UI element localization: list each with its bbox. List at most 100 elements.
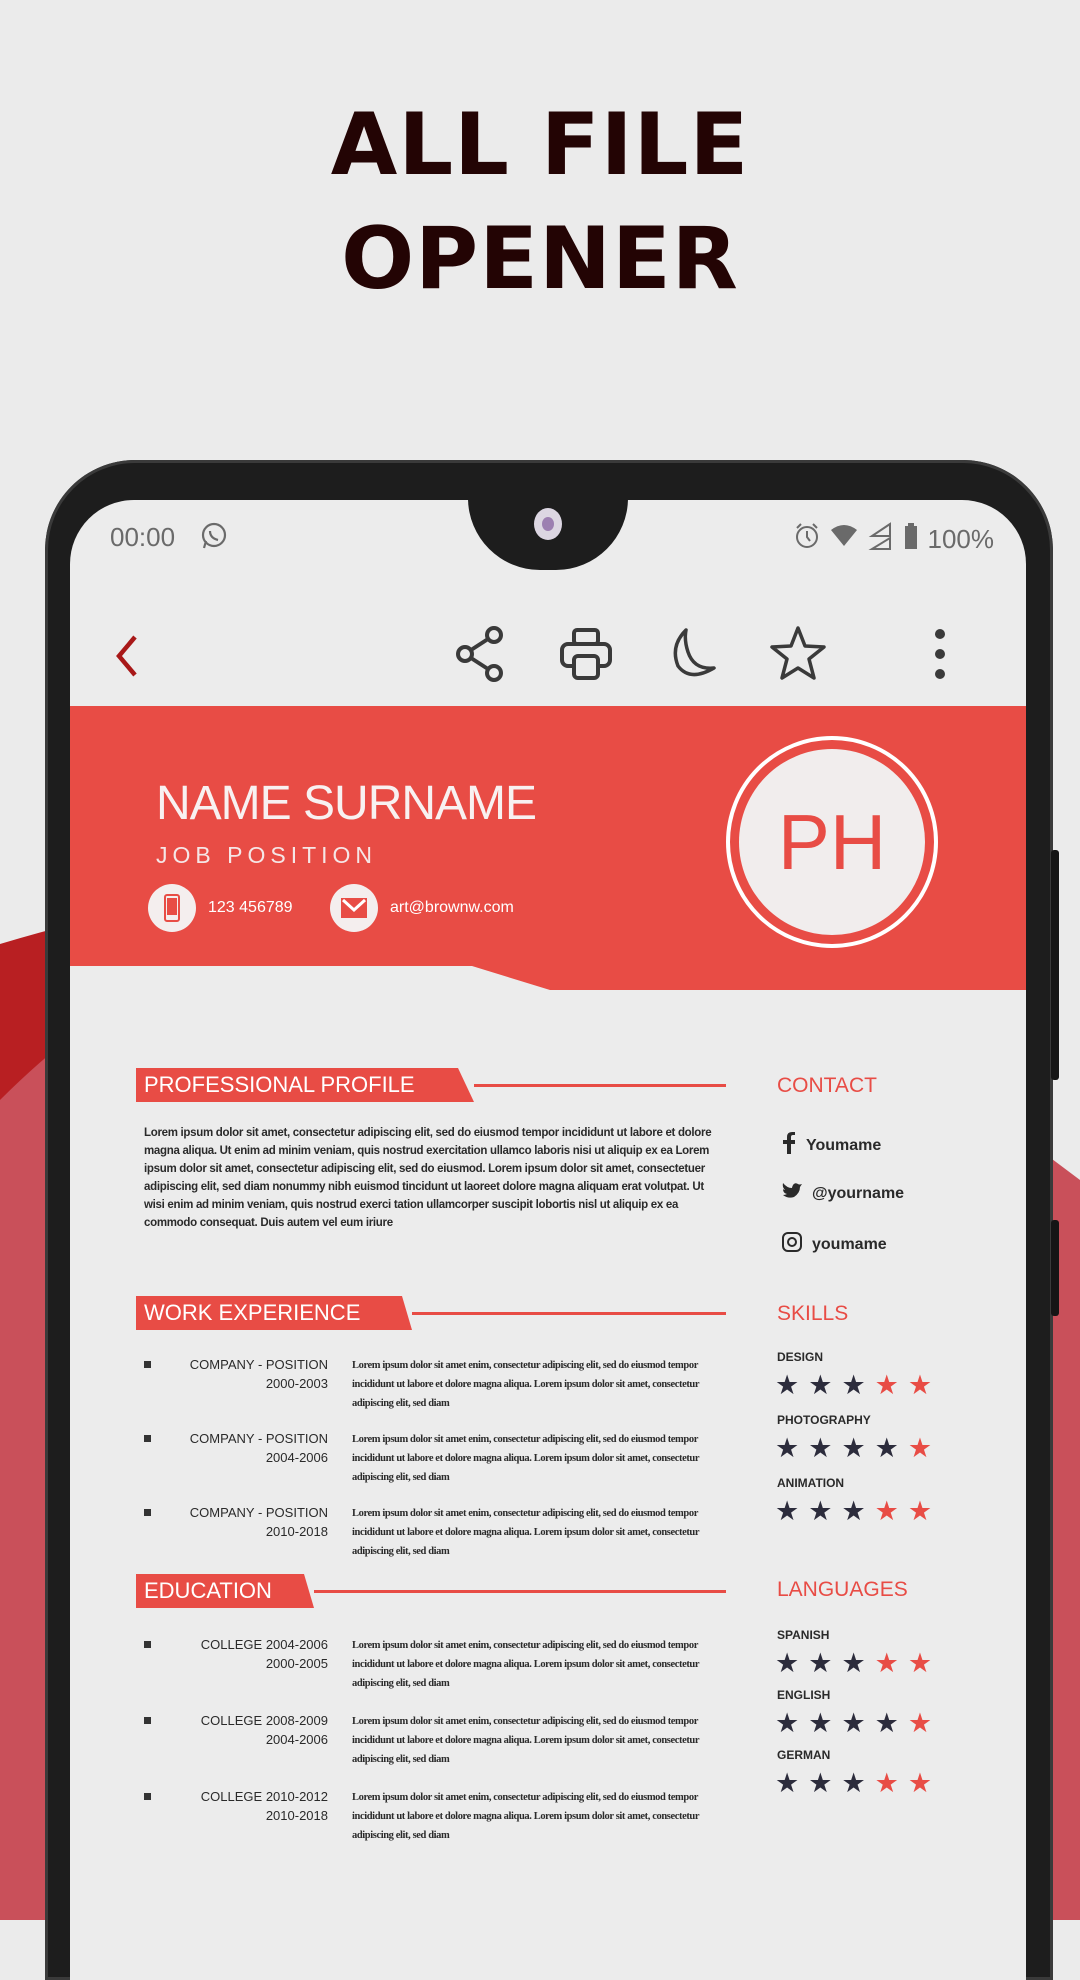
star-empty-icon: ★: [874, 1768, 899, 1798]
star-rating: ★ ★ ★ ★ ★: [775, 1498, 932, 1525]
mail-icon: [330, 884, 378, 932]
night-mode-button[interactable]: [664, 626, 720, 687]
signal-icon: [867, 522, 894, 557]
favorite-button[interactable]: [770, 625, 826, 684]
language-label: SPANISH: [777, 1628, 830, 1642]
share-button[interactable]: [452, 625, 508, 684]
resume-phone: 123 456789: [148, 884, 293, 932]
star-filled-icon: ★: [775, 1496, 800, 1526]
back-button[interactable]: [98, 628, 154, 684]
entry-description: Lorem ipsum dolor sit amet enim, consect…: [352, 1508, 699, 1557]
star-rating: ★ ★ ★ ★ ★: [775, 1770, 932, 1797]
entry-dates: 2000-2003: [265, 1376, 328, 1391]
bullet-icon: [144, 1717, 151, 1724]
skill-label: DESIGN: [777, 1350, 824, 1364]
bullet-icon: [144, 1509, 151, 1516]
section-title-contact: CONTACT: [777, 1074, 877, 1097]
star-empty-icon: ★: [907, 1768, 933, 1798]
resume-job-position: JOB POSITION: [156, 842, 378, 868]
bullet-icon: [144, 1641, 151, 1648]
star-rating: ★ ★ ★ ★ ★: [775, 1435, 932, 1462]
moon-icon: [664, 626, 720, 687]
more-vertical-icon: [934, 628, 946, 685]
entry-dates: 2004-2006: [265, 1732, 328, 1747]
star-filled-icon: ★: [775, 1648, 800, 1678]
bullet-icon: [144, 1435, 151, 1442]
education-entry: COLLEGE 2010-2012 2010-2018 Lorem ipsum do…: [144, 1788, 724, 1858]
social-handle: @yourname: [812, 1184, 905, 1202]
section-title-skills: SKILLS: [777, 1302, 849, 1325]
section-title-profile: PROFESSIONAL PROFILE: [136, 1068, 474, 1102]
social-link[interactable]: Youmame: [782, 1132, 881, 1159]
phone-frame: 00:00 100% NAME SURNAME JOB POSITION 123…: [45, 460, 1059, 1980]
resume-name: NAME SURNAME: [156, 777, 537, 830]
bullet-icon: [144, 1361, 151, 1368]
more-options-button[interactable]: [922, 628, 958, 684]
social-handle: Youmame: [806, 1136, 882, 1154]
status-bar: 00:00 100%: [70, 520, 1026, 556]
whatsapp-icon: [200, 522, 228, 557]
entry-description: Lorem ipsum dolor sit amet enim, consect…: [352, 1360, 699, 1409]
star-filled-icon: ★: [808, 1496, 833, 1526]
star-filled-icon: ★: [775, 1433, 800, 1463]
section-divider: [412, 1312, 726, 1315]
instagram-icon: [782, 1232, 802, 1257]
printer-icon: [558, 626, 614, 687]
section-header-profile: PROFESSIONAL PROFILE: [136, 1068, 726, 1102]
entry-description: Lorem ipsum dolor sit amet enim, consect…: [352, 1434, 699, 1483]
initials-text: PH: [739, 749, 925, 935]
resume-phone-number: 123 456789: [208, 899, 293, 916]
alarm-icon: [794, 522, 820, 557]
social-link[interactable]: @yourname: [782, 1182, 904, 1205]
star-empty-icon: ★: [907, 1433, 933, 1463]
initials-badge: PH: [726, 736, 938, 948]
facebook-icon: [782, 1132, 796, 1159]
social-link[interactable]: youmame: [782, 1232, 887, 1257]
entry-description: Lorem ipsum dolor sit amet enim, consect…: [352, 1640, 699, 1689]
star-filled-icon: ★: [808, 1433, 833, 1463]
star-filled-icon: ★: [841, 1370, 866, 1400]
star-empty-icon: ★: [874, 1648, 899, 1678]
entry-dates: 2000-2005: [265, 1656, 328, 1671]
print-button[interactable]: [558, 626, 614, 687]
star-rating: ★ ★ ★ ★ ★: [775, 1710, 932, 1737]
language-label: ENGLISH: [777, 1688, 831, 1702]
entry-title: COMPANY - POSITION: [189, 1357, 328, 1372]
section-header-work: WORK EXPERIENCE: [136, 1296, 726, 1330]
resume-email: art@brownw.com: [330, 884, 514, 932]
star-filled-icon: ★: [841, 1433, 866, 1463]
star-filled-icon: ★: [775, 1768, 800, 1798]
star-empty-icon: ★: [907, 1370, 933, 1400]
resume-header-banner: NAME SURNAME JOB POSITION 123 456789 art…: [70, 706, 1026, 990]
entry-title: COLLEGE 2010-2012: [200, 1789, 328, 1804]
entry-dates: 2010-2018: [265, 1808, 328, 1823]
star-outline-icon: [768, 624, 828, 689]
wifi-icon: [830, 524, 858, 555]
language-label: GERMAN: [777, 1748, 831, 1762]
entry-title: COMPANY - POSITION: [189, 1431, 328, 1446]
toolbar: [70, 610, 1026, 700]
star-rating: ★ ★ ★ ★ ★: [775, 1650, 932, 1677]
star-empty-icon: ★: [907, 1496, 933, 1526]
phone-screen: 00:00 100% NAME SURNAME JOB POSITION 123…: [70, 500, 1026, 1980]
social-handle: youmame: [812, 1235, 887, 1253]
star-filled-icon: ★: [874, 1433, 899, 1463]
star-filled-icon: ★: [775, 1370, 800, 1400]
work-entry: COMPANY - POSITION 2010-2018 Lorem ipsum d…: [144, 1504, 724, 1574]
skill-label: PHOTOGRAPHY: [777, 1413, 871, 1427]
battery-icon: [904, 523, 918, 556]
entry-description: Lorem ipsum dolor sit amet enim, consect…: [352, 1792, 699, 1841]
power-button: [1051, 1220, 1059, 1316]
star-filled-icon: ★: [874, 1708, 899, 1738]
promo-headline-line1: ALL FILE: [330, 95, 750, 195]
star-filled-icon: ★: [775, 1708, 800, 1738]
star-filled-icon: ★: [841, 1708, 866, 1738]
resume-email-address: art@brownw.com: [390, 899, 514, 916]
twitter-icon: [782, 1182, 802, 1205]
share-icon: [452, 624, 508, 689]
skill-label: ANIMATION: [777, 1476, 845, 1490]
entry-title: COLLEGE 2004-2006: [200, 1637, 328, 1652]
entry-title: COLLEGE 2008-2009: [200, 1713, 328, 1728]
section-divider: [474, 1084, 726, 1087]
battery-percent: 100%: [927, 524, 995, 554]
